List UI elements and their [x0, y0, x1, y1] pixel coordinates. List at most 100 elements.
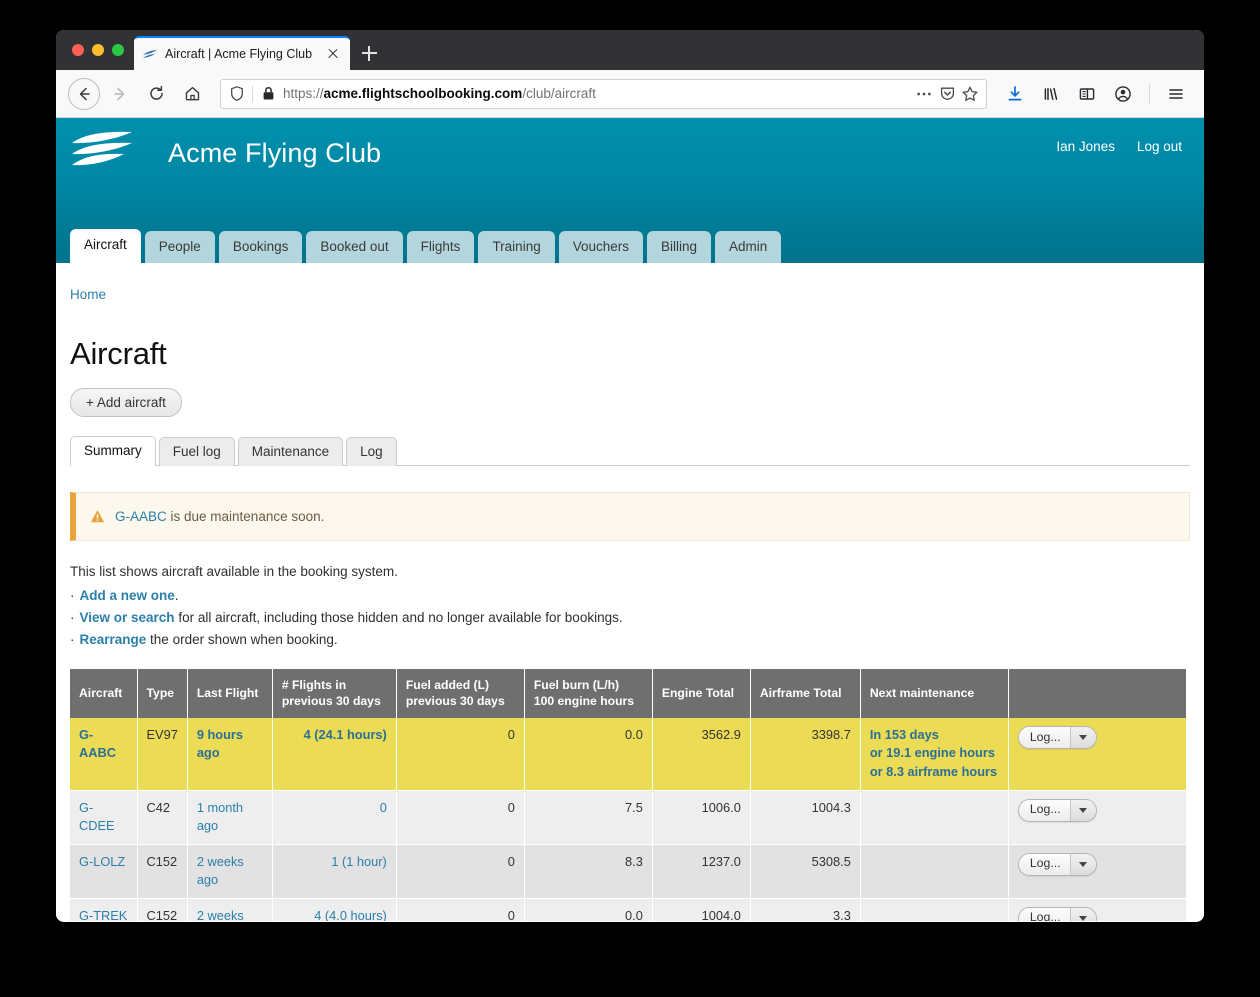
aircraft-link[interactable]: G-AABC [79, 727, 116, 761]
nav-tab-admin[interactable]: Admin [715, 230, 782, 263]
nav-tab-vouchers[interactable]: Vouchers [558, 230, 644, 263]
page-viewport: Acme Flying Club Ian Jones Log out Aircr… [56, 118, 1204, 921]
nav-tab-flights[interactable]: Flights [406, 230, 475, 263]
cell-actions: Log... [1008, 844, 1186, 899]
aircraft-link[interactable]: G-TREK [79, 908, 127, 921]
window-traffic-lights [68, 30, 134, 70]
add-aircraft-button[interactable]: + Add aircraft [70, 388, 182, 417]
cell-engine-total: 1006.0 [652, 790, 751, 845]
breadcrumb-home-link[interactable]: Home [70, 287, 106, 302]
column-header-last-flight[interactable]: Last Flight [187, 669, 273, 718]
reload-button[interactable] [140, 78, 172, 110]
column-header-engine-total[interactable]: Engine Total [652, 669, 751, 718]
log-dropdown-button[interactable]: Log... [1017, 798, 1097, 822]
brand-block: Acme Flying Club [70, 131, 381, 175]
cell-actions: Log... [1008, 790, 1186, 845]
bookmark-star-icon[interactable] [962, 86, 978, 102]
nav-tab-aircraft[interactable]: Aircraft [70, 228, 141, 263]
downloads-icon[interactable] [999, 78, 1031, 110]
last-flight-link[interactable]: 2 weeks ago [197, 854, 244, 888]
current-user-name[interactable]: Ian Jones [1056, 139, 1115, 154]
column-header-next-maintenance[interactable]: Next maintenance [860, 669, 1009, 718]
header-line-1: Fuel added (L) [405, 678, 490, 693]
shield-icon[interactable] [229, 86, 245, 102]
url-host: acme.flightschoolbooking.com [323, 86, 523, 101]
flights-link[interactable]: 4 (24.1 hours) [304, 727, 387, 742]
maintenance-line[interactable]: or 19.1 engine hours [870, 744, 999, 763]
last-flight-link[interactable]: 2 weeks ago [197, 908, 244, 921]
home-button[interactable] [176, 78, 208, 110]
table-row: G-LOLZ C152 2 weeks ago 1 (1 hour) 0 8.3… [70, 844, 1186, 899]
page-actions-icon[interactable] [916, 86, 932, 102]
sub-tab-maintenance[interactable]: Maintenance [237, 437, 344, 466]
log-dropdown-button[interactable]: Log... [1017, 725, 1097, 749]
library-icon[interactable] [1035, 78, 1067, 110]
alert-aircraft-link[interactable]: G-AABC [115, 509, 167, 524]
aircraft-link[interactable]: G-CDEE [79, 800, 115, 834]
browser-tabstrip: Aircraft | Acme Flying Club [56, 30, 1204, 70]
page-content: Home Aircraft + Add aircraft Summary Fue… [56, 263, 1204, 921]
column-header-flights-30d[interactable]: # Flights in previous 30 days [272, 669, 397, 718]
cell-engine-total: 3562.9 [652, 717, 751, 791]
brand-name: Acme Flying Club [168, 137, 382, 168]
close-window-button[interactable] [72, 44, 84, 56]
flights-link[interactable]: 0 [380, 800, 387, 815]
column-header-airframe-total[interactable]: Airframe Total [750, 669, 861, 718]
column-header-aircraft[interactable]: Aircraft [70, 669, 138, 718]
cell-fuel-burn: 8.3 [524, 844, 653, 899]
header-line-2: previous 30 days [405, 693, 505, 708]
site-header: Acme Flying Club Ian Jones Log out Aircr… [56, 118, 1204, 263]
aircraft-link[interactable]: G-LOLZ [79, 854, 125, 869]
rearrange-link[interactable]: Rearrange [80, 632, 147, 647]
browser-window: Aircraft | Acme Flying Club https://acme [56, 30, 1204, 922]
log-dropdown-button[interactable]: Log... [1017, 852, 1097, 876]
forward-button[interactable] [104, 78, 136, 110]
maintenance-alert-banner: G-AABC is due maintenance soon. [70, 492, 1190, 541]
maximize-window-button[interactable] [112, 44, 124, 56]
alert-text: G-AABC is due maintenance soon. [115, 509, 324, 524]
address-bar[interactable]: https://acme.flightschoolbooking.com/clu… [220, 78, 987, 109]
new-tab-button[interactable] [352, 36, 386, 70]
column-header-fuel-burn[interactable]: Fuel burn (L/h) 100 engine hours [524, 669, 653, 718]
column-header-type[interactable]: Type [137, 669, 188, 718]
cell-aircraft: G-LOLZ [70, 844, 138, 899]
view-or-search-link[interactable]: View or search [80, 610, 175, 625]
list-item: Rearrange the order shown when booking. [70, 629, 1190, 651]
flights-link[interactable]: 4 (4.0 hours) [314, 908, 387, 921]
logout-link[interactable]: Log out [1137, 139, 1182, 154]
chevron-down-icon[interactable] [1069, 799, 1096, 821]
nav-tab-people[interactable]: People [144, 230, 215, 263]
account-icon[interactable] [1107, 78, 1139, 110]
back-button[interactable] [68, 77, 100, 110]
column-header-fuel-added[interactable]: Fuel added (L) previous 30 days [396, 669, 525, 718]
maintenance-line[interactable]: In 153 days [870, 726, 999, 745]
close-tab-icon[interactable] [324, 45, 342, 63]
nav-tab-booked-out[interactable]: Booked out [306, 230, 403, 263]
header-line-1: Last Flight [196, 686, 259, 701]
page-title: Aircraft [70, 336, 167, 371]
chevron-down-icon[interactable] [1069, 726, 1096, 748]
cell-flights-30d: 0 [272, 790, 397, 845]
lock-icon[interactable] [260, 86, 276, 102]
maintenance-line[interactable]: or 8.3 airframe hours [870, 763, 999, 782]
sidebar-icon[interactable] [1071, 78, 1103, 110]
last-flight-link[interactable]: 9 hours ago [197, 727, 243, 761]
sub-tab-summary[interactable]: Summary [70, 436, 156, 466]
nav-tab-bookings[interactable]: Bookings [218, 230, 303, 263]
minimize-window-button[interactable] [92, 44, 104, 56]
log-dropdown-button[interactable]: Log... [1017, 906, 1097, 921]
sub-tab-fuel-log[interactable]: Fuel log [158, 437, 235, 466]
log-button-label: Log... [1018, 907, 1070, 921]
nav-tab-billing[interactable]: Billing [647, 230, 712, 263]
url-text: https://acme.flightschoolbooking.com/clu… [283, 86, 909, 101]
flights-link[interactable]: 1 (1 hour) [331, 854, 386, 869]
browser-tab-active[interactable]: Aircraft | Acme Flying Club [134, 36, 350, 70]
chevron-down-icon[interactable] [1069, 907, 1096, 921]
chevron-down-icon[interactable] [1069, 853, 1096, 875]
pocket-icon[interactable] [939, 86, 955, 102]
last-flight-link[interactable]: 1 month ago [197, 800, 243, 834]
nav-tab-training[interactable]: Training [478, 230, 555, 263]
hamburger-menu-icon[interactable] [1160, 78, 1192, 110]
add-a-new-one-link[interactable]: Add a new one [80, 588, 175, 603]
sub-tab-log[interactable]: Log [346, 437, 397, 466]
